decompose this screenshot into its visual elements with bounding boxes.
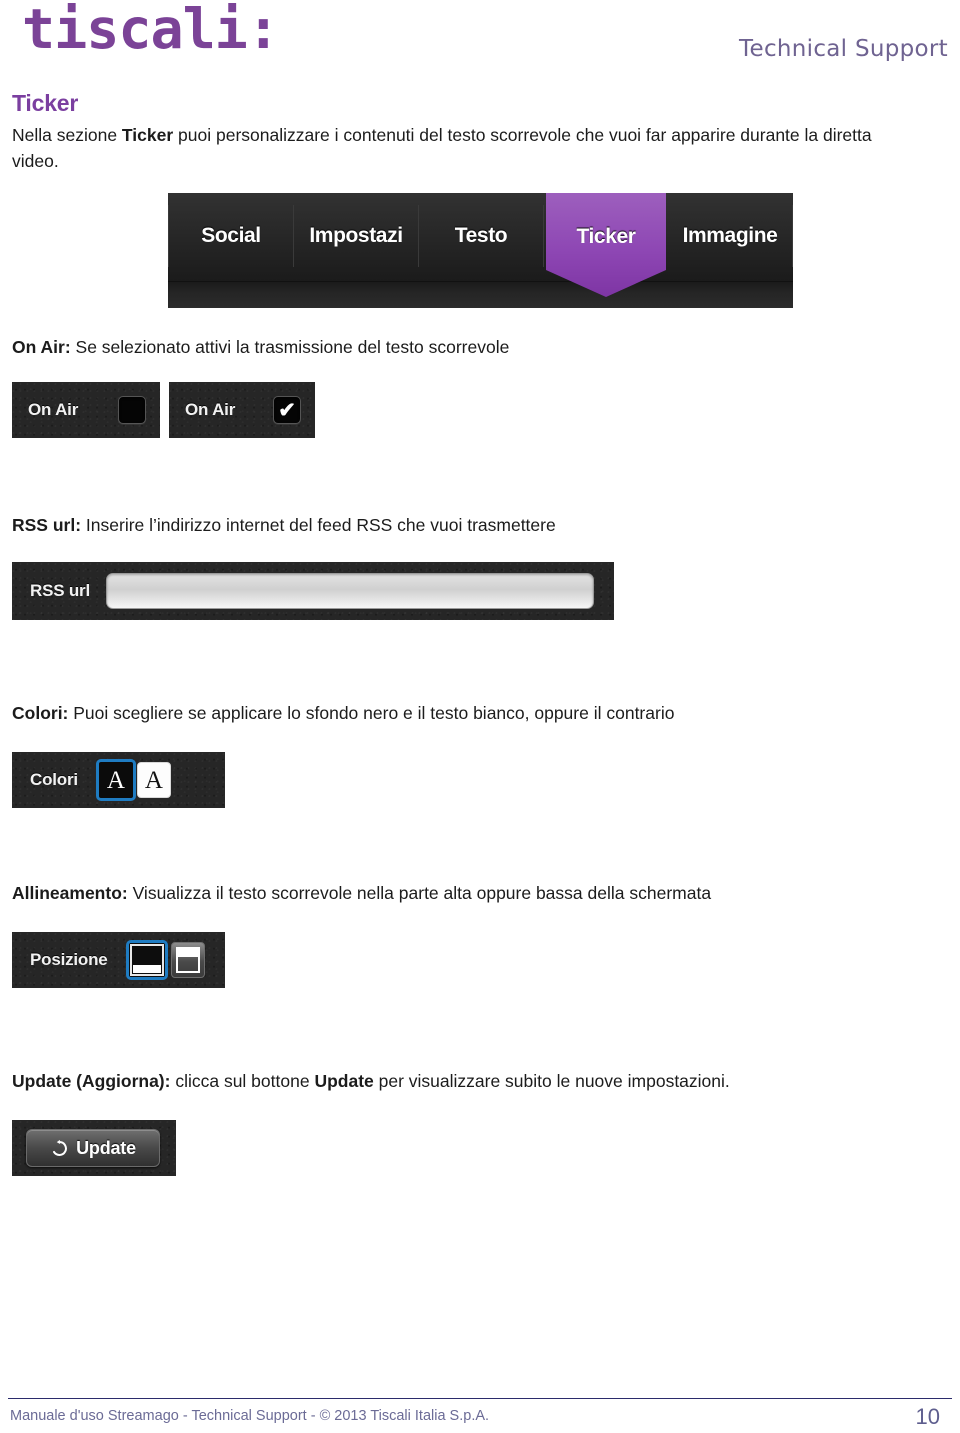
allineamento-desc-term: Allineamento: <box>12 883 128 903</box>
rss-desc-term: RSS url: <box>12 515 82 535</box>
posizione-options <box>125 940 205 980</box>
tab-label: Testo <box>454 224 508 247</box>
posizione-label: Posizione <box>30 950 108 969</box>
colori-label: Colori <box>30 770 78 789</box>
posizione-row: Posizione <box>12 932 225 988</box>
onair-description: On Air: Se selezionato attivi la trasmis… <box>12 334 912 360</box>
update-desc-text: per visualizzare subito le nuove imposta… <box>373 1071 730 1091</box>
rss-row: RSS url <box>12 562 614 620</box>
header-support-label: Technical Support <box>739 36 948 62</box>
colori-row: Colori A A <box>12 752 225 808</box>
tab-social[interactable]: Social <box>168 205 294 267</box>
onair-widget-checked: On Air ✔ <box>169 382 315 438</box>
rss-url-label: RSS url <box>30 581 91 600</box>
posizione-widget: Posizione <box>12 932 225 988</box>
onair-label: On Air <box>185 400 236 419</box>
page-number: 10 <box>915 1404 940 1429</box>
tabbar-base-strip <box>168 281 793 308</box>
onair-checkbox[interactable] <box>118 396 146 424</box>
tab-label: Immagine <box>682 224 778 247</box>
onair-row: On Air ✔ <box>169 382 315 438</box>
tab-testo[interactable]: Testo <box>419 205 544 267</box>
colori-desc-text: Puoi scegliere se applicare lo sfondo ne… <box>68 703 675 723</box>
tab-immagine[interactable]: Immagine <box>668 205 793 267</box>
rss-url-widget: RSS url <box>12 562 614 620</box>
colori-description: Colori: Puoi scegliere se applicare lo s… <box>12 700 912 726</box>
tab-label: Impostazi <box>309 224 403 247</box>
onair-widget-unchecked: On Air <box>12 382 160 438</box>
tab-impostazioni[interactable]: Impostazi <box>294 205 419 267</box>
update-button[interactable]: Update <box>26 1129 160 1167</box>
colori-option-light-theme[interactable]: A <box>136 762 171 798</box>
onair-label: On Air <box>28 400 79 419</box>
update-desc-term: Update (Aggiorna): <box>12 1071 171 1091</box>
page-title: Ticker <box>12 90 79 116</box>
allineamento-description: Allineamento: Visualizza il testo scorre… <box>12 880 912 906</box>
colori-desc-term: Colori: <box>12 703 69 723</box>
letter-a-glyph: A <box>144 766 163 794</box>
update-desc-term2: Update <box>314 1071 374 1091</box>
onair-desc-term: On Air: <box>12 337 71 357</box>
footer-divider <box>8 1398 952 1399</box>
tabbar: Social Impostazi Testo Ticker Immagine <box>168 193 793 297</box>
colori-widget: Colori A A <box>12 752 225 808</box>
allineamento-desc-text: Visualizza il testo scorrevole nella par… <box>127 883 712 903</box>
tiscali-logo: tiscali: <box>22 0 280 61</box>
tab-label: Ticker <box>576 225 636 248</box>
onair-row: On Air <box>12 382 160 438</box>
ticker-bar-shape <box>132 965 161 973</box>
rss-url-input[interactable] <box>106 573 595 609</box>
update-description: Update (Aggiorna): clicca sul bottone Up… <box>12 1068 912 1094</box>
footer-text: Manuale d'uso Streamago - Technical Supp… <box>10 1408 490 1424</box>
letter-a-glyph: A <box>106 766 125 794</box>
intro-prefix: Nella sezione <box>12 125 122 145</box>
update-desc-mid: clicca sul bottone <box>170 1071 315 1091</box>
check-icon: ✔ <box>278 398 296 422</box>
ticker-bottom-icon[interactable] <box>125 940 168 980</box>
rss-desc-text: Inserire l’indirizzo internet del feed R… <box>81 515 556 535</box>
ticker-top-icon[interactable] <box>170 942 205 978</box>
intro-paragraph: Nella sezione Ticker puoi personalizzare… <box>12 122 912 174</box>
colori-options: A A <box>95 759 171 801</box>
rss-description: RSS url: Inserire l’indirizzo internet d… <box>12 512 912 538</box>
tab-label: Social <box>201 224 261 247</box>
colori-option-dark-theme[interactable]: A <box>95 759 136 801</box>
update-button-label: Update <box>76 1137 136 1158</box>
intro-bold-term: Ticker <box>121 125 174 145</box>
ticker-bar-shape <box>177 949 198 957</box>
onair-checkbox[interactable]: ✔ <box>273 396 301 424</box>
ticker-tabbar-screenshot: Social Impostazi Testo Ticker Immagine <box>168 193 793 308</box>
tab-ticker[interactable]: Ticker <box>544 193 668 297</box>
update-widget: Update <box>12 1120 176 1176</box>
onair-desc-text: Se selezionato attivi la trasmissione de… <box>70 337 510 357</box>
refresh-icon <box>53 1139 68 1156</box>
document-header: tiscali: Technical Support <box>0 0 960 82</box>
